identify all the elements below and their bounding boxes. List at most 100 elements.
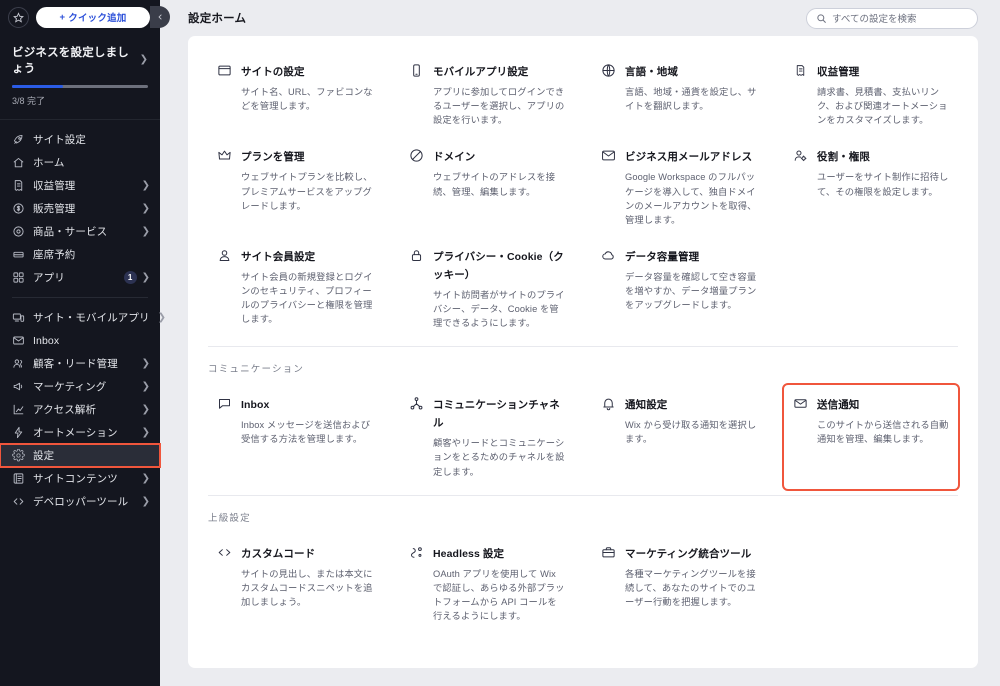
sidebar-item-tail: ❯	[142, 359, 150, 369]
chat-icon	[217, 396, 232, 411]
sidebar-item-販売管理[interactable]: 販売管理❯	[0, 197, 160, 220]
settings-card[interactable]: 収益管理請求書、見積書、支払いリンク、および関連オートメーションをカスタマイズし…	[784, 52, 958, 137]
channels-icon	[409, 396, 424, 411]
page-title: 設定ホーム	[188, 10, 246, 26]
window-icon	[217, 63, 232, 78]
search-input[interactable]: すべての設定を検索	[806, 8, 978, 29]
settings-card[interactable]: Headless 設定 OAuth アプリを使用して Wix で認証し、あらゆる外…	[400, 534, 574, 634]
chevron-right-icon: ❯	[158, 313, 166, 323]
sidebar-item-サイトコンテンツ[interactable]: サイトコンテンツ❯	[0, 467, 160, 490]
settings-card-text: モバイルアプリ設定アプリに参加してログインできるユーザーを選択し、アプリの設定を…	[433, 62, 566, 127]
receipt-icon	[793, 63, 808, 78]
headless-icon	[409, 545, 424, 560]
settings-card-text: カスタムコードサイトの見出し、または本文にカスタムコードスニペットを追加しましょ…	[241, 544, 374, 609]
settings-card-title: Headless 設定	[433, 548, 504, 560]
settings-card[interactable]: ドメインウェブサイトのアドレスを接続、管理、編集します。	[400, 137, 574, 237]
sidebar-item-商品-サービス[interactable]: 商品・サービス❯	[0, 220, 160, 243]
top-bar: 設定ホーム すべての設定を検索	[160, 0, 1000, 36]
star-icon[interactable]	[8, 7, 29, 28]
settings-card-description: アプリに参加してログインできるユーザーを選択し、アプリの設定を行います。	[433, 85, 566, 127]
main-area: 設定ホーム すべての設定を検索 サイトの設定サイト名、URL、ファビコンなどを管…	[160, 0, 1000, 686]
sidebar: + クイック追加 ビジネスを設定しましょう ❯ 3/8 完了 サイト設定ホーム収…	[0, 0, 160, 686]
settings-card-title: データ容量管理	[625, 251, 699, 263]
sidebar-item-顧客-リード管理[interactable]: 顧客・リード管理❯	[0, 352, 160, 375]
settings-card-text: マーケティング統合ツール各種マーケティングツールを接続して、あなたのサイトでのユ…	[625, 544, 758, 609]
rocket-icon	[12, 133, 25, 146]
sidebar-item-デベロッパーツール[interactable]: デベロッパーツール❯	[0, 490, 160, 513]
nav-group: サイト設定ホーム収益管理❯販売管理❯商品・サービス❯座席予約アプリ1❯	[0, 126, 160, 291]
sidebar-item-アクセス解析[interactable]: アクセス解析❯	[0, 398, 160, 421]
settings-card[interactable]: 役割・権限ユーザーをサイト制作に招待して、その権限を設定します。	[784, 137, 958, 237]
apps-icon	[12, 271, 25, 284]
sidebar-item-収益管理[interactable]: 収益管理❯	[0, 174, 160, 197]
settings-card-description: サイト名、URL、ファビコンなどを管理します。	[241, 85, 374, 113]
settings-card[interactable]: カスタムコードサイトの見出し、または本文にカスタムコードスニペットを追加しましょ…	[208, 534, 382, 634]
settings-card[interactable]: ビジネス用メールアドレスGoogle Workspace のフルパッケージを導入…	[592, 137, 766, 237]
chevron-right-icon: ❯	[142, 428, 150, 438]
settings-card-description: OAuth アプリを使用して Wix で認証し、あらゆる外部プラットフォームから…	[433, 567, 566, 624]
sidebar-item-Inbox[interactable]: Inbox	[0, 329, 160, 352]
quick-add-button[interactable]: + クイック追加	[36, 7, 150, 28]
code-brackets-icon	[217, 545, 232, 560]
sidebar-item-サイト設定[interactable]: サイト設定	[0, 128, 160, 151]
plus-icon: +	[60, 12, 66, 23]
chevron-right-icon: ❯	[142, 273, 150, 283]
search-icon	[816, 13, 827, 24]
settings-card[interactable]: コミュニケーションチャネル顧客やリードとコミュニケーションをとるためのチャネルを…	[400, 385, 574, 488]
chevron-right-icon: ❯	[142, 181, 150, 191]
settings-card[interactable]: InboxInbox メッセージを送信および受信する方法を管理します。	[208, 385, 382, 488]
settings-card[interactable]: データ容量管理データ容量を確認して空き容量を増やすか、データ増量プランをアップグ…	[592, 237, 766, 340]
settings-card-text: プランを管理ウェブサイトプランを比較し、プレミアムサービスをアップグレードします…	[241, 147, 374, 212]
settings-card[interactable]: マーケティング統合ツール各種マーケティングツールを接続して、あなたのサイトでのユ…	[592, 534, 766, 634]
sidebar-item-サイト-モバイルアプリ[interactable]: サイト・モバイルアプリ❯	[0, 306, 160, 329]
sidebar-item-ホーム[interactable]: ホーム	[0, 151, 160, 174]
sidebar-item-label: アプリ	[33, 270, 116, 285]
settings-card-title: ドメイン	[433, 151, 475, 163]
roles-icon	[793, 148, 808, 163]
code-icon	[12, 495, 25, 508]
settings-card[interactable]: プランを管理ウェブサイトプランを比較し、プレミアムサービスをアップグレードします…	[208, 137, 382, 237]
chevron-right-icon: ❯	[142, 474, 150, 484]
nav-divider	[12, 297, 148, 298]
search-placeholder-text: すべての設定を検索	[832, 11, 916, 25]
settings-card[interactable]: 送信通知このサイトから送信される自動通知を管理、編集します。	[784, 385, 958, 488]
sidebar-item-tail: ❯	[142, 497, 150, 507]
sidebar-nav: サイト設定ホーム収益管理❯販売管理❯商品・サービス❯座席予約アプリ1❯サイト・モ…	[0, 120, 160, 686]
settings-panel: サイトの設定サイト名、URL、ファビコンなどを管理します。モバイルアプリ設定アプ…	[188, 36, 978, 668]
settings-card-title: サイト会員設定	[241, 251, 315, 263]
sidebar-item-アプリ[interactable]: アプリ 1❯	[0, 266, 160, 289]
settings-card[interactable]: モバイルアプリ設定アプリに参加してログインできるユーザーを選択し、アプリの設定を…	[400, 52, 574, 137]
sidebar-item-マーケティング[interactable]: マーケティング❯	[0, 375, 160, 398]
sidebar-item-オートメーション[interactable]: オートメーション❯	[0, 421, 160, 444]
sidebar-item-tail: ❯	[142, 428, 150, 438]
settings-card[interactable]: サイトの設定サイト名、URL、ファビコンなどを管理します。	[208, 52, 382, 137]
sidebar-item-tail: ❯	[142, 227, 150, 237]
sidebar-item-tail: ❯	[158, 313, 166, 323]
settings-card[interactable]: 通知設定Wix から受け取る通知を選択します。	[592, 385, 766, 488]
settings-card-title: プライバシー・Cookie（クッキー）	[433, 251, 564, 281]
sidebar-top-bar: + クイック追加	[0, 0, 160, 34]
sidebar-item-設定[interactable]: 設定	[0, 444, 160, 467]
setup-progress-label: 3/8 完了	[12, 94, 148, 107]
sidebar-item-tail: ❯	[142, 382, 150, 392]
settings-card-grid: カスタムコードサイトの見出し、または本文にカスタムコードスニペットを追加しましょ…	[208, 534, 958, 634]
receipt-icon	[12, 179, 25, 192]
settings-card[interactable]: プライバシー・Cookie（クッキー）サイト訪問者がサイトのプライバシー、データ…	[400, 237, 574, 340]
settings-card-title: ビジネス用メールアドレス	[625, 151, 752, 163]
content-icon	[12, 472, 25, 485]
bell-icon	[601, 396, 616, 411]
sidebar-item-座席予約[interactable]: 座席予約	[0, 243, 160, 266]
settings-card[interactable]: 言語・地域言語、地域・通貨を設定し、サイトを翻訳します。	[592, 52, 766, 137]
business-setup-card[interactable]: ビジネスを設定しましょう ❯ 3/8 完了	[0, 34, 160, 120]
settings-card-title: モバイルアプリ設定	[433, 66, 528, 78]
quick-add-label: クイック追加	[68, 10, 126, 24]
settings-card-title: プランを管理	[241, 151, 305, 163]
settings-card-description: サイトの見出し、または本文にカスタムコードスニペットを追加しましょう。	[241, 567, 374, 609]
sidebar-item-tail: 1❯	[124, 271, 150, 284]
settings-home-screen: + クイック追加 ビジネスを設定しましょう ❯ 3/8 完了 サイト設定ホーム収…	[0, 0, 1000, 686]
sidebar-item-label: サイト設定	[33, 132, 142, 147]
briefcase-icon	[601, 545, 616, 560]
sidebar-item-label: 販売管理	[33, 201, 134, 216]
settings-card[interactable]: サイト会員設定サイト会員の新規登録とログインのセキュリティ、プロフィールのプライ…	[208, 237, 382, 340]
settings-card-text: 収益管理請求書、見積書、支払いリンク、および関連オートメーションをカスタマイズし…	[817, 62, 950, 127]
